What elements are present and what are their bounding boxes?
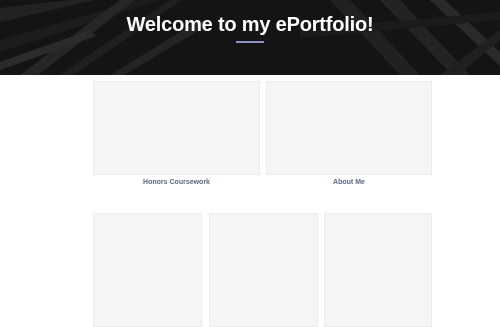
portfolio-card[interactable] bbox=[93, 213, 202, 327]
portfolio-card[interactable] bbox=[324, 213, 432, 327]
hero-banner: Welcome to my ePortfolio! bbox=[0, 0, 500, 75]
honors-coursework-card[interactable] bbox=[93, 81, 260, 175]
about-me-card[interactable] bbox=[266, 81, 432, 175]
portfolio-card[interactable] bbox=[209, 213, 318, 327]
honors-coursework-link[interactable]: Honors Coursework bbox=[93, 179, 260, 186]
hero-background-image bbox=[0, 0, 500, 75]
page-title: Welcome to my ePortfolio! bbox=[126, 14, 374, 36]
title-underline bbox=[236, 41, 264, 43]
about-me-link[interactable]: About Me bbox=[266, 179, 432, 186]
